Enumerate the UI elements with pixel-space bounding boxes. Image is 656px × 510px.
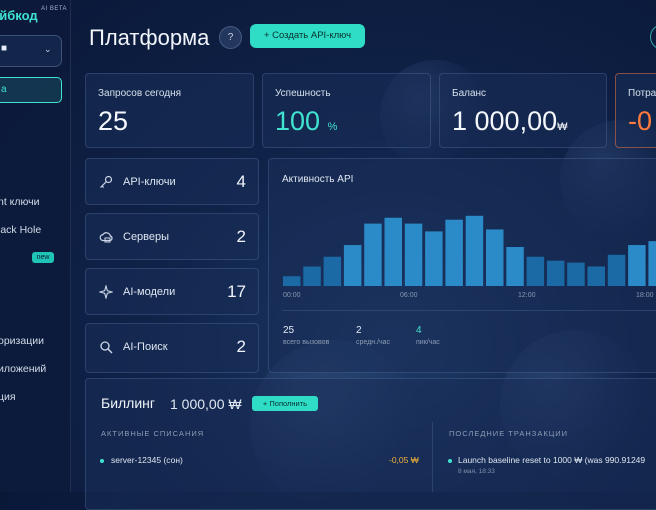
chart-bar <box>364 223 382 286</box>
billing-balance: 1 000,00 ₩ <box>170 396 242 412</box>
status-dot <box>448 459 452 463</box>
transaction-text: Launch baseline reset to 1000 ₩ (was 990… <box>458 455 646 465</box>
divider <box>282 310 656 311</box>
chart-bar <box>648 241 656 286</box>
summary-total-value: 25 <box>283 325 295 336</box>
summary-total-label: всего вызовов <box>283 339 330 346</box>
chart-bar <box>587 266 605 286</box>
chart-tick-label: 00:00 <box>283 292 301 299</box>
status-dot <box>100 459 104 463</box>
chart-tick-label: 18:00 <box>636 292 654 299</box>
summary-avg-label: средн./час <box>356 339 391 346</box>
chart-bar <box>486 229 504 286</box>
topup-button[interactable]: + Пополнить <box>252 396 318 411</box>
chart-bar <box>567 262 585 286</box>
billing-divider <box>432 422 433 492</box>
chart-bar <box>506 247 524 286</box>
billing-title: Биллинг <box>101 395 156 411</box>
transactions-header: ПОСЛЕДНИЕ ТРАНЗАКЦИИ <box>449 429 569 438</box>
chart-bar <box>445 219 463 286</box>
summary-peak-value: 4 <box>416 325 422 336</box>
summary-avg-value: 2 <box>356 325 362 336</box>
active-charge-amount: -0,05 ₩ <box>389 455 419 465</box>
chart-bar <box>425 231 443 286</box>
chart-tick-label: 06:00 <box>400 292 418 299</box>
chart-bar <box>404 223 423 286</box>
chart-bar <box>526 256 545 286</box>
chart-bar <box>384 217 402 286</box>
chart-tick-label: 12:00 <box>518 292 536 299</box>
chart-bar <box>343 245 362 286</box>
chart-bar <box>546 260 565 286</box>
chart-bar <box>465 215 484 286</box>
active-charges-header: АКТИВНЫЕ СПИСАНИЯ <box>101 429 205 438</box>
chart-bar <box>323 256 342 286</box>
chart-bar <box>303 266 321 286</box>
chart-bar <box>283 276 301 286</box>
active-charge-name: server-12345 (сон) <box>111 455 183 465</box>
summary-peak-label: пик/час <box>416 339 440 346</box>
chart-bar <box>628 245 646 286</box>
chart-bar <box>607 254 626 286</box>
transaction-date: 8 мая, 18:33 <box>458 468 495 475</box>
